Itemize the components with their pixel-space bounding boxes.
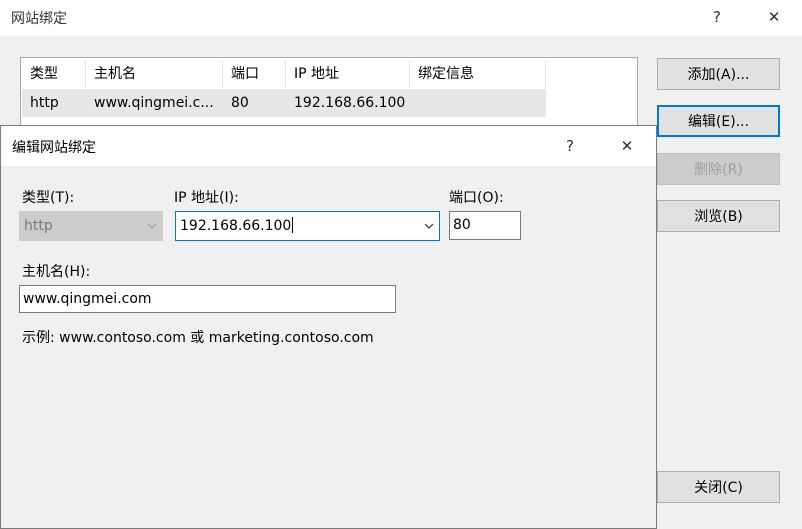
outer-close-button[interactable]: ✕ [751,0,797,34]
row-ip-cell: 192.168.66.100 [294,95,406,111]
ip-address-value[interactable]: 192.168.66.100 [180,212,294,240]
outer-help-button[interactable]: ? [694,0,740,34]
ip-label: IP 地址(I): [174,190,239,206]
delete-button: 删除(R) [657,153,780,185]
table-row[interactable]: http www.qingmei.c... 80 192.168.66.100 [22,89,546,117]
chevron-down-icon[interactable] [424,221,434,231]
dialog-close-button[interactable]: ✕ [604,129,650,163]
close-button[interactable]: 关闭(C) [657,471,780,503]
column-header-port[interactable]: 端口 [223,60,286,88]
add-button[interactable]: 添加(A)... [657,58,780,90]
example-text: 示例: www.contoso.com 或 marketing.contoso.… [22,330,374,346]
column-header-ip[interactable]: IP 地址 [286,60,410,88]
row-type-cell: http [30,95,59,111]
row-port-cell: 80 [231,95,249,111]
chevron-down-icon [147,223,157,229]
dialog-title-bar: 编辑网站绑定 ? ✕ [1,126,656,166]
text-caret [292,217,294,233]
dialog-title: 编辑网站绑定 [12,140,96,156]
port-label: 端口(O): [449,190,504,206]
column-header-binding-info[interactable]: 绑定信息 [410,60,546,88]
row-hostname-cell: www.qingmei.c... [94,95,214,111]
row-binding-info-cell [410,89,546,117]
outer-title-bar: 网站绑定 ? ✕ [0,0,802,36]
type-label: 类型(T): [22,190,75,206]
column-header-hostname[interactable]: 主机名 [86,60,223,88]
dialog-help-button[interactable]: ? [547,129,593,163]
ip-address-combo[interactable]: 192.168.66.100 [175,211,440,241]
browse-button[interactable]: 浏览(B) [657,200,780,232]
hostname-value: www.qingmei.com [23,291,152,307]
table-header: 类型 主机名 端口 IP 地址 绑定信息 [22,60,546,88]
outer-window-title: 网站绑定 [11,11,67,27]
edit-button[interactable]: 编辑(E)... [657,105,780,137]
column-header-type[interactable]: 类型 [22,60,86,88]
hostname-field[interactable]: www.qingmei.com [19,285,396,313]
hostname-label: 主机名(H): [22,264,91,280]
type-select: http [19,211,163,241]
type-select-value: http [24,218,53,234]
port-field[interactable]: 80 [449,211,521,240]
edit-binding-dialog: 编辑网站绑定 ? ✕ 类型(T): http IP 地址(I): 192.168… [0,125,657,529]
port-value: 80 [453,217,471,233]
